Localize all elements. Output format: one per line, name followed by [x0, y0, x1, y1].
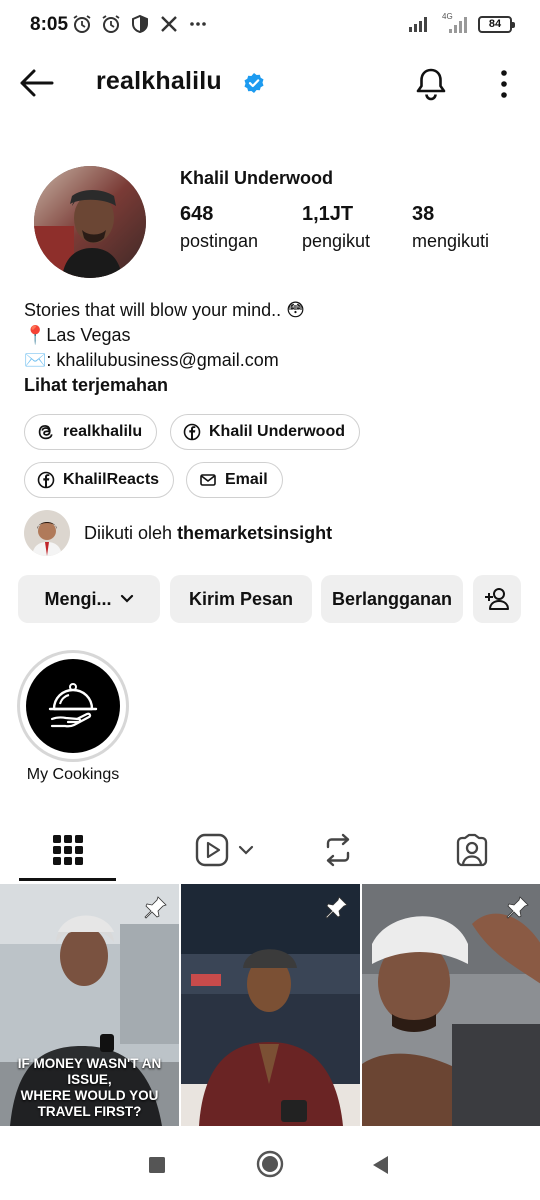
subscribe-button[interactable]: Berlangganan [321, 575, 463, 623]
follower-avatar [24, 510, 70, 556]
highlight-my-cookings[interactable] [17, 650, 129, 762]
signal-icon [409, 17, 427, 32]
post-caption: IF MONEY WASN'T AN ISSUE, WHERE WOULD YOU… [17, 1056, 162, 1119]
bio-line: Stories that will blow your mind.. 😳 [24, 300, 305, 320]
grid-post[interactable] [362, 884, 540, 1126]
grid-post[interactable] [181, 884, 360, 1126]
threads-link-label: realkhalilu [63, 423, 143, 440]
threads-link-chip[interactable]: realkhalilu [24, 414, 158, 450]
stat-label: postingan [180, 231, 259, 251]
shield-icon [132, 14, 148, 34]
status-time: 8:05 [30, 14, 69, 35]
repost-icon [326, 833, 350, 867]
back-arrow-icon[interactable] [18, 66, 54, 100]
alarm-icon [102, 15, 120, 33]
message-button[interactable]: Kirim Pesan [170, 575, 312, 623]
more-notifications-icon [190, 22, 206, 26]
system-navigation-bar [0, 1128, 540, 1200]
pin-icon [325, 896, 348, 919]
pin-icon [144, 896, 167, 919]
status-bar: 8:05 4G 84 [0, 0, 540, 52]
alarm-icon [73, 15, 91, 33]
battery-indicator: 84 [478, 15, 515, 33]
stat-posts[interactable]: 648 postingan [180, 203, 258, 252]
following-button-label: Mengi... [44, 588, 112, 609]
x-app-icon [161, 16, 177, 32]
followed-by-prefix: Diikuti oleh [84, 522, 173, 543]
chevron-down-icon [120, 594, 133, 603]
highlight-label: My Cookings [26, 766, 120, 783]
cloche-icon [48, 683, 98, 728]
suggested-users-button[interactable] [473, 575, 521, 623]
grid-icon [52, 835, 83, 865]
home-icon[interactable] [256, 1150, 284, 1178]
verified-badge-icon [244, 73, 264, 93]
bio-line: 📍Las Vegas [24, 325, 131, 345]
tab-posts-grid[interactable] [19, 818, 116, 882]
profile-header: realkhalilu [0, 52, 540, 114]
bio-email[interactable]: ✉️: khalilubusiness@gmail.com [24, 348, 305, 373]
message-button-label: Kirim Pesan [188, 588, 294, 609]
display-name: Khalil Underwood [180, 168, 333, 188]
tab-reposts[interactable] [300, 818, 376, 882]
stat-value: 648 [180, 203, 214, 225]
following-dropdown-button[interactable]: Mengi... [18, 575, 160, 623]
stat-label: pengikut [302, 231, 371, 251]
pin-icon [506, 896, 529, 919]
header-username: realkhalilu [96, 67, 222, 95]
translate-link[interactable]: Lihat terjemahan [24, 373, 305, 398]
facebook-link-label: Khalil Underwood [209, 423, 345, 440]
chevron-down-icon [238, 845, 254, 855]
facebook-icon [183, 423, 201, 441]
stat-followers[interactable]: 1,1JT pengikut [302, 203, 370, 252]
facebook2-link-chip[interactable]: KhalilReacts [24, 462, 175, 498]
threads-icon [38, 425, 53, 440]
grid-post[interactable]: IF MONEY WASN'T AN ISSUE, WHERE WOULD YOU… [0, 884, 179, 1126]
email-link-chip[interactable]: Email [186, 462, 283, 498]
profile-avatar[interactable] [34, 166, 146, 278]
mail-icon [200, 474, 216, 486]
active-tab-indicator [19, 878, 116, 881]
tab-tagged[interactable] [434, 818, 510, 882]
stat-value: 1,1JT [302, 203, 354, 225]
recent-apps-icon[interactable] [148, 1156, 166, 1174]
reels-play-icon [195, 833, 229, 867]
back-nav-icon[interactable] [370, 1154, 390, 1176]
facebook2-link-label: KhalilReacts [63, 471, 160, 488]
stat-value: 38 [412, 203, 435, 225]
profile-tabs [0, 818, 540, 882]
facebook-link-chip[interactable]: Khalil Underwood [170, 414, 360, 450]
tagged-person-icon [456, 833, 488, 867]
followed-by-row[interactable]: Diikuti oleh themarketsinsight [24, 510, 332, 556]
posts-grid: IF MONEY WASN'T AN ISSUE, WHERE WOULD YOU… [0, 884, 540, 1128]
profile-bio: Stories that will blow your mind.. 😳 📍La… [24, 298, 305, 398]
tab-reels[interactable] [170, 818, 280, 882]
facebook-icon [37, 471, 55, 489]
stat-following[interactable]: 38 mengikuti [412, 203, 489, 252]
stat-label: mengikuti [412, 231, 490, 251]
followed-by-name[interactable]: themarketsinsight [177, 523, 332, 543]
subscribe-button-label: Berlangganan [331, 588, 453, 609]
email-link-label: Email [225, 471, 268, 488]
more-options-icon[interactable] [494, 68, 514, 100]
mobile-data-icon: 4G [440, 12, 468, 33]
notification-bell-icon[interactable] [413, 66, 449, 102]
add-person-icon [485, 588, 509, 610]
